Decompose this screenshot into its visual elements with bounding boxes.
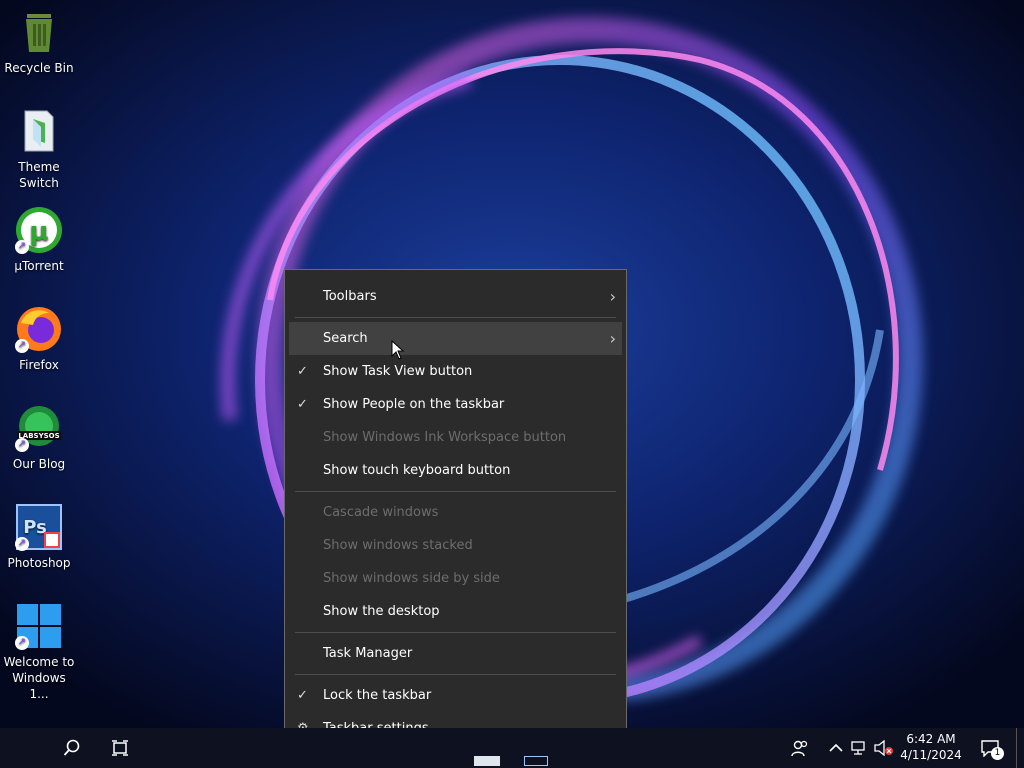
menu-item-show-people[interactable]: ✓ Show People on the taskbar: [289, 388, 622, 421]
search-button[interactable]: [52, 728, 92, 768]
chevron-right-icon: ›: [609, 287, 616, 306]
menu-item-show-desktop[interactable]: Show the desktop: [289, 595, 622, 628]
app-icon: [524, 756, 548, 766]
menu-item-show-task-view[interactable]: ✓ Show Task View button: [289, 355, 622, 388]
desktop-icon-our-blog[interactable]: LABSYSOS ↗ Our Blog: [2, 404, 76, 472]
checkmark-icon: ✓: [297, 397, 308, 412]
menu-item-label: Show Windows Ink Workspace button: [323, 430, 567, 445]
recycle-bin-icon: [15, 8, 63, 56]
clock-time: 6:42 AM: [906, 732, 956, 746]
desktop-icon-label: Welcome to Windows 1...: [3, 655, 75, 701]
shortcut-arrow-icon: ↗: [15, 438, 29, 452]
desktop-icon-label: Theme Switch: [18, 160, 60, 190]
menu-item-windows-stacked[interactable]: Show windows stacked: [289, 529, 622, 562]
windows-logo-icon: ↗: [15, 602, 63, 650]
app-icon: [474, 756, 500, 766]
clock-date: 4/11/2024: [900, 748, 962, 762]
taskbar: 6:42 AM 4/11/2024 1: [0, 728, 1024, 768]
desktop-icon-label: Firefox: [19, 358, 59, 372]
task-view-icon: [112, 740, 128, 756]
menu-separator: [295, 491, 616, 492]
menu-item-search[interactable]: Search ›: [289, 322, 622, 355]
volume-muted-icon: [874, 740, 893, 756]
menu-item-label: Show the desktop: [323, 604, 440, 619]
menu-item-label: Lock the taskbar: [323, 688, 432, 703]
desktop-icon-welcome[interactable]: ↗ Welcome to Windows 1...: [2, 602, 76, 702]
desktop-icon-theme-switch[interactable]: Theme Switch: [2, 107, 76, 191]
photoshop-logo-text: Ps: [23, 517, 47, 538]
menu-item-toolbars[interactable]: Toolbars ›: [289, 280, 622, 313]
mouse-cursor-icon: [391, 339, 405, 364]
menu-item-cascade-windows[interactable]: Cascade windows: [289, 496, 622, 529]
menu-item-label: Show Task View button: [323, 364, 473, 379]
menu-item-label: Show windows stacked: [323, 538, 473, 553]
menu-item-windows-side-by-side[interactable]: Show windows side by side: [289, 562, 622, 595]
checkmark-icon: ✓: [297, 364, 308, 379]
menu-separator: [295, 317, 616, 318]
desktop-icon-label: µTorrent: [14, 259, 64, 273]
desktop-icon-label: Recycle Bin: [4, 61, 74, 75]
photoshop-icon: Ps ↗: [15, 503, 63, 551]
show-desktop-strip[interactable]: [1016, 728, 1017, 768]
taskbar-app-button[interactable]: [466, 728, 508, 768]
desktop-icon-label: Photoshop: [7, 556, 71, 570]
menu-item-label: Cascade windows: [323, 505, 439, 520]
file-icon: [15, 107, 63, 155]
network-icon: [851, 741, 865, 755]
chevron-right-icon: ›: [609, 329, 616, 348]
menu-item-label: Search: [323, 331, 368, 346]
menu-separator: [295, 632, 616, 633]
menu-item-task-manager[interactable]: Task Manager: [289, 637, 622, 670]
menu-separator: [295, 674, 616, 675]
clock[interactable]: 6:42 AM 4/11/2024: [898, 732, 964, 762]
taskbar-app-button[interactable]: [516, 728, 556, 768]
menu-item-show-touch-keyboard[interactable]: Show touch keyboard button: [289, 454, 622, 487]
menu-item-show-windows-ink[interactable]: Show Windows Ink Workspace button: [289, 421, 622, 454]
shortcut-arrow-icon: ↗: [15, 339, 29, 353]
shortcut-arrow-icon: ↗: [15, 537, 29, 551]
blog-logo-icon: LABSYSOS ↗: [15, 404, 63, 452]
taskbar-context-menu: Toolbars › Search › ✓ Show Task View but…: [284, 269, 627, 751]
shortcut-arrow-icon: ↗: [15, 240, 29, 254]
desktop-icon-recycle-bin[interactable]: Recycle Bin: [2, 8, 76, 76]
people-icon: [791, 740, 808, 757]
menu-item-label: Show touch keyboard button: [323, 463, 511, 478]
desktop-icon-photoshop[interactable]: Ps ↗ Photoshop: [2, 503, 76, 571]
utorrent-icon: µ ↗: [15, 206, 63, 254]
menu-item-label: Task Manager: [323, 646, 413, 661]
volume-button[interactable]: [870, 728, 898, 768]
chevron-up-icon: [829, 743, 843, 752]
notification-count-badge: 1: [991, 747, 1004, 760]
action-center-button[interactable]: 1: [972, 728, 1008, 768]
menu-item-label: Show windows side by side: [323, 571, 500, 586]
desktop-icon-utorrent[interactable]: µ ↗ µTorrent: [2, 206, 76, 274]
task-view-button[interactable]: [100, 728, 140, 768]
desktop-icon-label: Our Blog: [12, 457, 66, 471]
svg-text:µ: µ: [29, 217, 48, 247]
search-icon: [63, 739, 80, 756]
notification-icon: 1: [980, 739, 1004, 760]
menu-item-label: Show People on the taskbar: [323, 397, 505, 412]
shortcut-arrow-icon: ↗: [15, 636, 29, 650]
firefox-icon: ↗: [15, 305, 63, 353]
checkmark-icon: ✓: [297, 688, 308, 703]
desktop-icon-firefox[interactable]: ↗ Firefox: [2, 305, 76, 373]
menu-item-lock-taskbar[interactable]: ✓ Lock the taskbar: [289, 679, 622, 712]
menu-item-label: Toolbars: [323, 289, 377, 304]
people-button[interactable]: [780, 728, 820, 768]
